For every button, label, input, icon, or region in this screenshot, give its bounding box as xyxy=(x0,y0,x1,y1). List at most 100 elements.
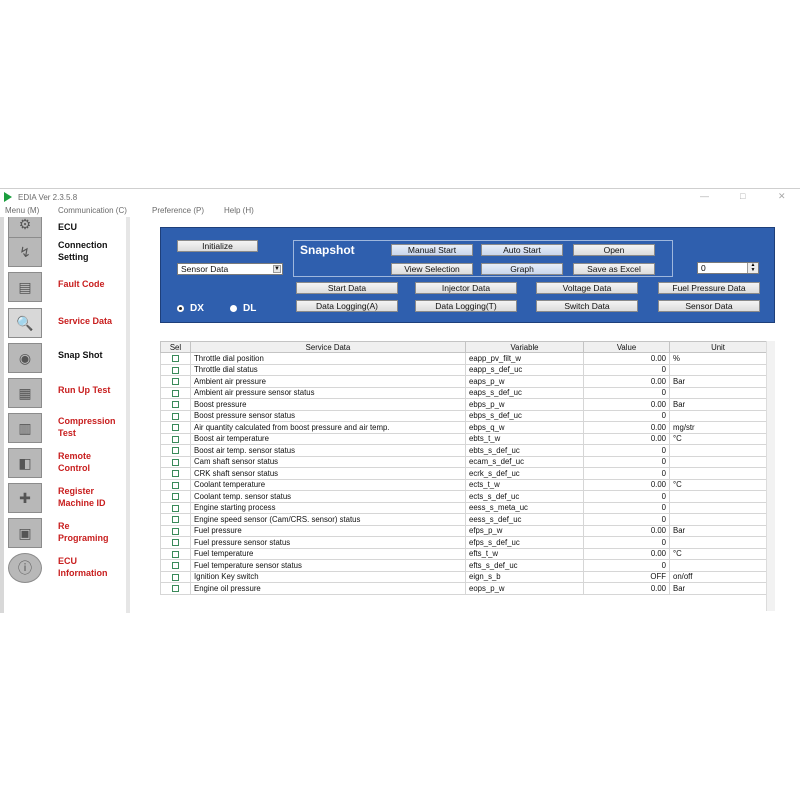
cell-service-data: Cam shaft sensor status xyxy=(190,455,466,468)
chevron-down-icon[interactable]: ▼ xyxy=(273,265,281,273)
sidebar-item-connection[interactable]: ↯ Connection Setting xyxy=(6,235,124,269)
row-select-cell xyxy=(160,455,191,468)
title-bar: EDIA Ver 2.3.5.8 — □ ✕ xyxy=(0,189,800,205)
table-row[interactable]: Coolant temp. sensor status ects_s_def_uc… xyxy=(160,490,767,503)
table-row[interactable]: Fuel pressure efps_p_w 0.00 Bar xyxy=(160,524,767,537)
cell-unit xyxy=(669,444,767,457)
table-row[interactable]: Fuel pressure sensor status efps_s_def_uc… xyxy=(160,536,767,549)
close-icon[interactable]: ✕ xyxy=(778,191,786,202)
data-logging-a-button[interactable]: Data Logging(A) xyxy=(296,300,398,312)
row-checkbox[interactable] xyxy=(172,412,179,420)
row-checkbox[interactable] xyxy=(172,355,179,363)
row-checkbox[interactable] xyxy=(172,470,179,478)
injector-data-button[interactable]: Injector Data xyxy=(415,282,517,294)
table-row[interactable]: Engine starting process eess_s_meta_uc 0 xyxy=(160,501,767,514)
row-checkbox[interactable] xyxy=(172,366,179,374)
row-checkbox[interactable] xyxy=(172,447,179,455)
col-header-service-data[interactable]: Service Data xyxy=(190,341,466,353)
switch-data-button[interactable]: Switch Data xyxy=(536,300,638,312)
row-checkbox[interactable] xyxy=(172,389,179,397)
minimize-icon[interactable]: — xyxy=(700,191,709,201)
sidebar-item-run-up-test[interactable]: ▦ Run Up Test xyxy=(6,376,124,410)
cell-unit xyxy=(669,513,767,526)
auto-start-button[interactable]: Auto Start xyxy=(481,244,563,256)
row-checkbox[interactable] xyxy=(172,504,179,512)
menu-item-menu[interactable]: Menu (M) xyxy=(5,206,39,215)
manual-start-button[interactable]: Manual Start xyxy=(391,244,473,256)
row-checkbox[interactable] xyxy=(172,401,179,409)
table-row[interactable]: Cam shaft sensor status ecam_s_def_uc 0 xyxy=(160,455,767,468)
sidebar-item-register-machine[interactable]: ✚ Register Machine ID xyxy=(6,481,124,515)
row-select-cell xyxy=(160,478,191,491)
table-row[interactable]: Boost air temperature ebts_t_w 0.00 °C xyxy=(160,432,767,445)
row-select-cell xyxy=(160,501,191,514)
sidebar-item-service-data[interactable]: 🔍 Service Data xyxy=(6,306,124,340)
row-checkbox[interactable] xyxy=(172,435,179,443)
row-checkbox[interactable] xyxy=(172,493,179,501)
row-checkbox[interactable] xyxy=(172,516,179,524)
table-row[interactable]: Boost pressure ebps_p_w 0.00 Bar xyxy=(160,398,767,411)
sidebar-item-snap-shot[interactable]: ◉ Snap Shot xyxy=(6,341,124,375)
radio-dl[interactable]: DL xyxy=(230,303,256,314)
cell-unit xyxy=(669,386,767,399)
col-header-unit[interactable]: Unit xyxy=(669,341,767,353)
row-checkbox[interactable] xyxy=(172,562,179,570)
graph-button[interactable]: Graph xyxy=(481,263,563,275)
sidebar-item-reprogramming[interactable]: ▣ Re Programing xyxy=(6,516,124,550)
sidebar-item-ecu-information[interactable]: ⓘ ECU Information xyxy=(6,551,124,585)
sidebar-item-remote-control[interactable]: ◧ Remote Control xyxy=(6,446,124,480)
row-checkbox[interactable] xyxy=(172,424,179,432)
table-row[interactable]: Fuel temperature efts_t_w 0.00 °C xyxy=(160,547,767,560)
spin-arrows-icon[interactable]: ▲ ▼ xyxy=(747,263,758,273)
table-row[interactable]: Boost pressure sensor status ebps_s_def_u… xyxy=(160,409,767,422)
menu-item-help[interactable]: Help (H) xyxy=(224,206,254,215)
cell-value: 0.00 xyxy=(583,375,670,388)
cell-variable: eign_s_b xyxy=(465,570,584,583)
table-scrollbar[interactable] xyxy=(766,341,775,611)
table-row[interactable]: Throttle dial position eapp_pv_filt_w 0.00… xyxy=(160,352,767,365)
row-checkbox[interactable] xyxy=(172,378,179,386)
row-checkbox[interactable] xyxy=(172,585,179,593)
cell-service-data: Ignition Key switch xyxy=(190,570,466,583)
save-excel-button[interactable]: Save as Excel xyxy=(573,263,655,275)
table-row[interactable]: Ignition Key switch eign_s_b OFF on/off xyxy=(160,570,767,583)
interval-spinner[interactable]: 0 ▲ ▼ xyxy=(697,262,759,274)
sidebar-item-compression-test[interactable]: ▥ Compression Test xyxy=(6,411,124,445)
data-logging-t-button[interactable]: Data Logging(T) xyxy=(415,300,517,312)
fuel-pressure-data-button[interactable]: Fuel Pressure Data xyxy=(658,282,760,294)
table-row[interactable]: CRK shaft sensor status ecrk_s_def_uc 0 xyxy=(160,467,767,480)
table-row[interactable]: Engine speed sensor (Cam/CRS. sensor) st… xyxy=(160,513,767,526)
menu-item-communication[interactable]: Communication (C) xyxy=(58,206,127,215)
col-header-sel[interactable]: Sel xyxy=(160,341,191,353)
radio-dx[interactable]: DX xyxy=(177,303,204,314)
table-row[interactable]: Ambient air pressure eaps_p_w 0.00 Bar xyxy=(160,375,767,388)
data-type-select[interactable]: Sensor Data ▼ xyxy=(177,263,283,275)
row-checkbox[interactable] xyxy=(172,539,179,547)
view-selection-button[interactable]: View Selection xyxy=(391,263,473,275)
row-checkbox[interactable] xyxy=(172,458,179,466)
sensor-data-button[interactable]: Sensor Data xyxy=(658,300,760,312)
cell-unit xyxy=(669,559,767,572)
row-checkbox[interactable] xyxy=(172,527,179,535)
row-checkbox[interactable] xyxy=(172,481,179,489)
start-data-button[interactable]: Start Data xyxy=(296,282,398,294)
voltage-data-button[interactable]: Voltage Data xyxy=(536,282,638,294)
sidebar-item-fault-code[interactable]: ▤ Fault Code xyxy=(6,270,124,304)
table-row[interactable]: Fuel temperature sensor status efts_s_def… xyxy=(160,559,767,572)
row-checkbox[interactable] xyxy=(172,550,179,558)
cell-unit xyxy=(669,501,767,514)
table-row[interactable]: Ambient air pressure sensor status eaps_s… xyxy=(160,386,767,399)
table-row[interactable]: Coolant temperature ects_t_w 0.00 °C xyxy=(160,478,767,491)
table-row[interactable]: Boost air temp. sensor status ebts_s_def_… xyxy=(160,444,767,457)
initialize-button[interactable]: Initialize xyxy=(177,240,258,252)
col-header-value[interactable]: Value xyxy=(583,341,670,353)
open-button[interactable]: Open xyxy=(573,244,655,256)
col-header-variable[interactable]: Variable xyxy=(465,341,584,353)
row-checkbox[interactable] xyxy=(172,573,179,581)
sidebar-scrollbar[interactable] xyxy=(126,217,130,613)
table-row[interactable]: Throttle dial status eapp_s_def_uc 0 xyxy=(160,363,767,376)
table-row[interactable]: Air quantity calculated from boost press… xyxy=(160,421,767,434)
menu-item-preference[interactable]: Preference (P) xyxy=(152,206,204,215)
maximize-icon[interactable]: □ xyxy=(740,191,745,201)
table-row[interactable]: Engine oil pressure eops_p_w 0.00 Bar xyxy=(160,582,767,595)
